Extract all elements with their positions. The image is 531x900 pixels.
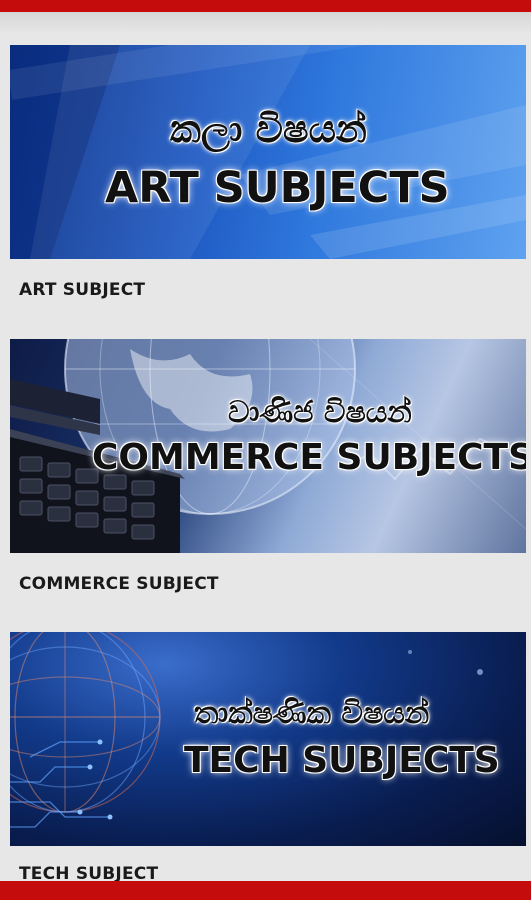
subject-card-art[interactable]: කලා විෂයන් ART SUBJECTS ART SUBJECT bbox=[10, 45, 526, 300]
art-banner-english-title: ART SUBJECTS bbox=[105, 163, 450, 213]
tech-banner-english-title: TECH SUBJECTS bbox=[184, 740, 500, 781]
tech-banner-artwork bbox=[10, 632, 483, 828]
top-status-bar bbox=[0, 0, 531, 12]
bottom-bar bbox=[0, 881, 531, 900]
tech-subject-label[interactable]: TECH SUBJECT bbox=[19, 864, 158, 881]
art-subject-label[interactable]: ART SUBJECT bbox=[19, 280, 145, 300]
subject-card-tech[interactable]: තාක්ෂණික විෂයන් TECH SUBJECTS TECH SUBJE… bbox=[10, 632, 526, 881]
commerce-banner-sinhala-title: වාණිජ විෂයන් bbox=[228, 395, 412, 430]
tech-banner-sinhala-title: තාක්ෂණික විෂයන් bbox=[194, 696, 430, 731]
subject-card-commerce[interactable]: වාණිජ විෂයන් COMMERCE SUBJECTS COMMERCE … bbox=[10, 339, 526, 594]
commerce-banner-english-title: COMMERCE SUBJECTS bbox=[92, 437, 526, 478]
art-subjects-banner[interactable]: කලා විෂයන් ART SUBJECTS bbox=[10, 45, 526, 259]
commerce-subjects-banner[interactable]: වාණිජ විෂයන් COMMERCE SUBJECTS bbox=[10, 339, 526, 553]
subject-feed[interactable]: කලා විෂයන් ART SUBJECTS ART SUBJECT වාණි… bbox=[0, 0, 531, 881]
top-bar-shadow bbox=[0, 12, 531, 34]
commerce-subject-label[interactable]: COMMERCE SUBJECT bbox=[19, 574, 219, 594]
art-banner-artwork bbox=[10, 45, 526, 259]
tech-subjects-banner[interactable]: තාක්ෂණික විෂයන් TECH SUBJECTS bbox=[10, 632, 526, 846]
art-banner-sinhala-title: කලා විෂයන් bbox=[170, 107, 367, 151]
